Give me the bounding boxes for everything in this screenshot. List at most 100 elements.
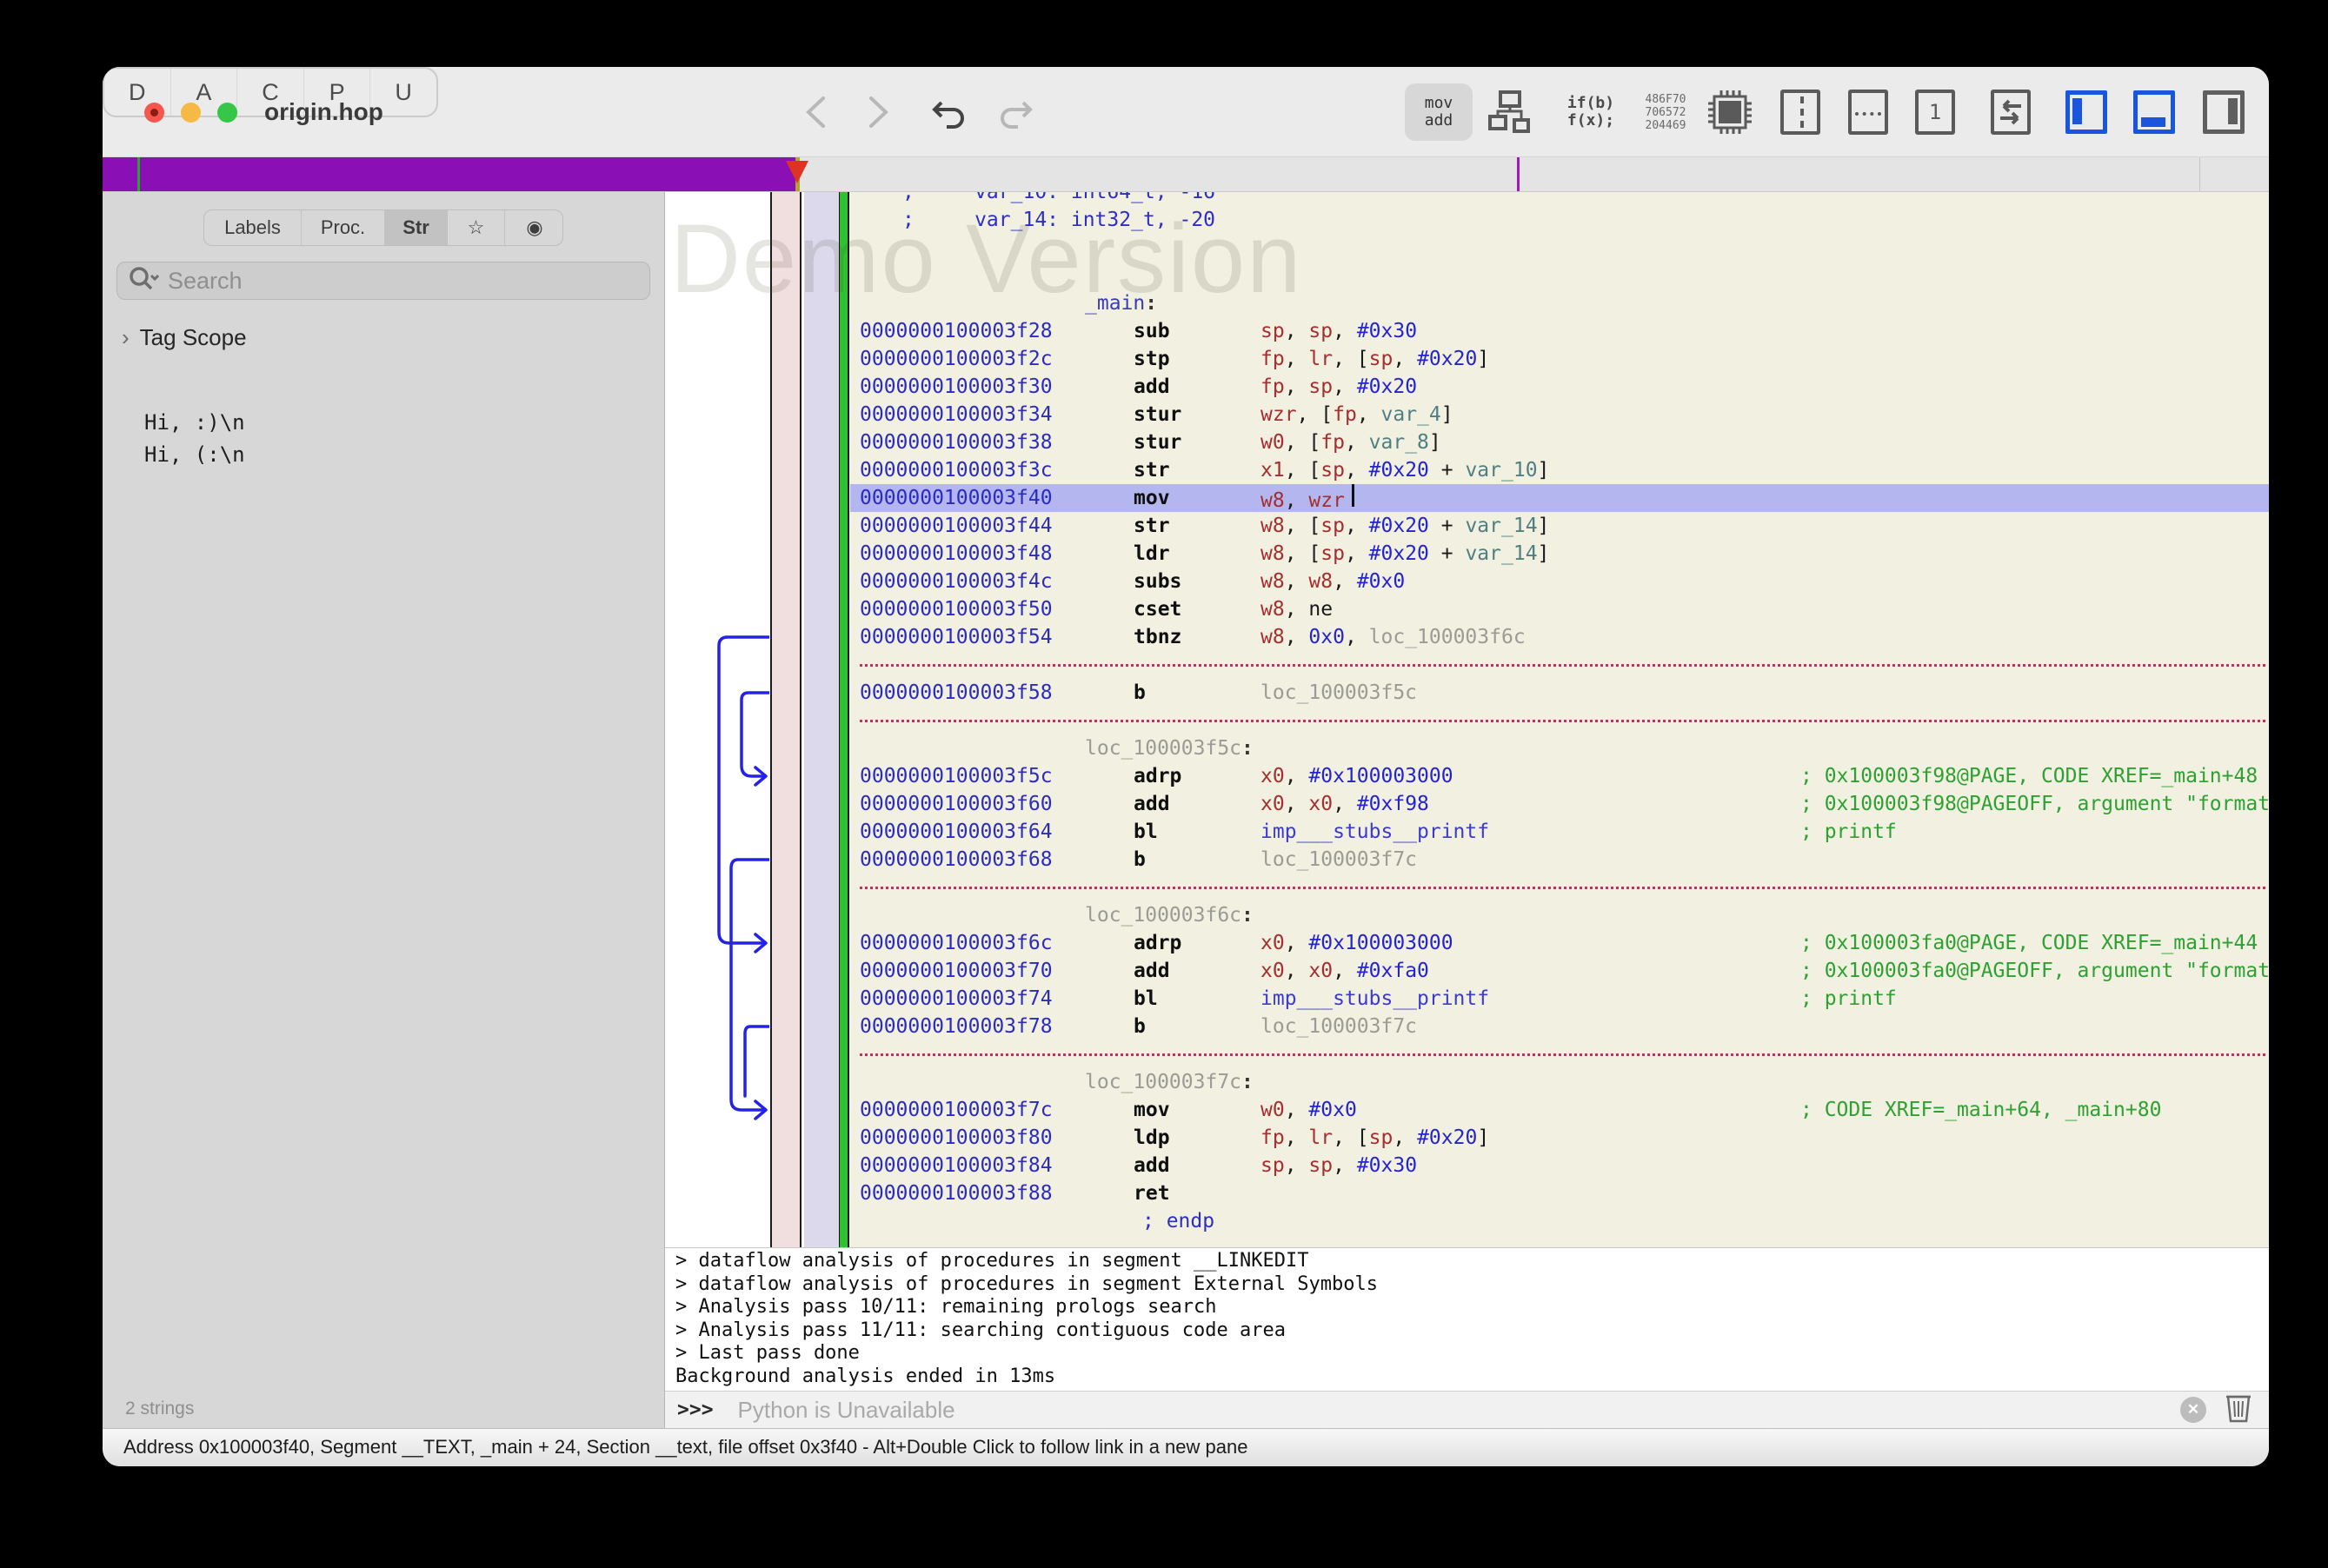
hex-line1: 486F70 [1646,93,1686,106]
asm-sep-row [850,707,2269,734]
navbar-text-segment [103,157,798,191]
console-line: > Analysis pass 11/11: searching contigu… [675,1319,2269,1343]
single-pane-icon[interactable]: 1 [1915,90,1955,135]
tab-Str[interactable]: Str [385,210,448,245]
segments-view-icon[interactable] [1848,90,1888,135]
navbar-purple-marker [1517,157,1520,191]
asm-row-3f58[interactable]: 0000000100003f58bloc_100003f5c [850,679,2269,707]
search-placeholder: Search [168,268,243,295]
demo-version-watermark: Demo Version [670,203,1302,315]
console-line: > dataflow analysis of procedures in seg… [675,1273,2269,1297]
zoom-window-button[interactable] [217,103,237,123]
tab-[interactable]: ☆ [448,210,505,245]
toggle-right-panel-icon[interactable] [2203,90,2245,134]
asm-row-3f40[interactable]: 0000000100003f40movw8, wzr [850,484,2269,512]
asm-row-3f48[interactable]: 0000000100003f48ldrw8, [sp, #0x20 + var_… [850,540,2269,568]
titlebar: origin.hop DACPU mov add if(b) [103,67,2269,157]
asm-row-3f44[interactable]: 0000000100003f44strw8, [sp, #0x20 + var_… [850,512,2269,540]
content-pane: Demo Version ; var_10: int64_t, -16; var… [665,192,2269,1428]
python-prompt-row: >>> Python is Unavailable ✕ [665,1391,2269,1428]
back-button[interactable] [798,95,833,130]
asm-row-3f68[interactable]: 0000000100003f68bloc_100003f7c [850,846,2269,874]
search-field[interactable]: Search [116,262,650,300]
asm-row-3f5c[interactable]: 0000000100003f5cadrpx0, #0x100003000; 0x… [850,762,2269,790]
console-line: Background analysis ended in 13ms [675,1365,2269,1389]
pseudocode-line1: if(b) [1567,95,1614,112]
asm-row-3f7c[interactable]: 0000000100003f7cmovw0, #0x0; CODE XREF=_… [850,1096,2269,1124]
asm-row-3f88[interactable]: 0000000100003f88ret [850,1179,2269,1207]
navbar-green-marker [137,157,140,191]
redo-button[interactable] [996,93,1034,131]
asm-row-3f34[interactable]: 0000000100003f34sturwzr, [fp, var_4] [850,401,2269,429]
console-line: > Analysis pass 10/11: remaining prologs… [675,1296,2269,1319]
tab-[interactable]: ◉ [505,210,563,245]
asm-row-3f64[interactable]: 0000000100003f64blimp___stubs__printf; p… [850,818,2269,846]
asm-sep-row [850,651,2269,679]
transfer-icon[interactable] [1991,90,2031,135]
string-list-item[interactable]: Hi, :)\n [103,407,664,439]
search-icon [128,265,159,297]
asm-row-3f30[interactable]: 0000000100003f30addfp, sp, #0x20 [850,373,2269,401]
tag-scope-group[interactable]: › Tag Scope [122,324,664,351]
movadd-line1: mov [1425,95,1453,112]
asm-row-3f38[interactable]: 0000000100003f38sturw0, [fp, var_8] [850,429,2269,456]
pseudocode-icon[interactable]: if(b) f(x); [1556,88,1626,136]
split-view-icon[interactable] [1780,90,1820,135]
tab-Labels[interactable]: Labels [204,210,302,245]
console-line: > Last pass done [675,1342,2269,1365]
clear-console-icon[interactable]: ✕ [2180,1397,2206,1423]
asm-row-3f4c[interactable]: 0000000100003f4csubsw8, w8, #0x0 [850,568,2269,595]
minimize-window-button[interactable] [181,103,201,123]
forward-button[interactable] [861,95,896,130]
hex-view-icon[interactable]: 486F70 706572 204469 [1633,90,1699,135]
sidebar: LabelsProc.Str☆◉ Search › Tag Scope Hi, … [103,192,665,1428]
asm-row-3f74[interactable]: 0000000100003f74blimp___stubs__printf; p… [850,985,2269,1013]
gutter-coverage-bar [839,192,849,1247]
asm-row-3f78[interactable]: 0000000100003f78bloc_100003f7c [850,1013,2269,1040]
disclosure-chevron-icon[interactable]: › [122,324,130,351]
hex-line3: 204469 [1646,119,1686,132]
cfg-graph-icon[interactable] [1487,90,1535,135]
asm-endp-row[interactable]: ; endp [850,1207,2269,1235]
cpu-icon[interactable] [1706,88,1754,136]
asm-row-3f50[interactable]: 0000000100003f50csetw8, ne [850,595,2269,623]
movadd-line2: add [1425,112,1453,130]
text-caret [1352,484,1354,507]
asm-row-3f54[interactable]: 0000000100003f54tbnzw8, 0x0, loc_100003f… [850,623,2269,651]
asm-row-3f70[interactable]: 0000000100003f70addx0, x0, #0xfa0; 0x100… [850,957,2269,985]
toggle-bottom-panel-icon[interactable] [2133,90,2175,134]
asm-row-3f28[interactable]: 0000000100003f28subsp, sp, #0x30 [850,317,2269,345]
asm-label-row[interactable]: loc_100003f6c: [850,901,2269,929]
close-window-button[interactable] [144,103,164,123]
toggle-left-panel-icon[interactable] [2065,90,2107,134]
asm-row-3f60[interactable]: 0000000100003f60addx0, x0, #0xf98; 0x100… [850,790,2269,818]
python-input-placeholder[interactable]: Python is Unavailable [738,1397,955,1424]
strings-list: Hi, :)\nHi, (:\n [103,407,664,471]
log-console: > dataflow analysis of procedures in seg… [665,1247,2269,1391]
navbar-divider [2199,157,2200,191]
trash-icon[interactable] [2225,1393,2252,1427]
asm-row-3f3c[interactable]: 0000000100003f3cstrx1, [sp, #0x20 + var_… [850,456,2269,484]
asm-label-row[interactable]: loc_100003f5c: [850,734,2269,762]
asm-label-row[interactable]: loc_100003f7c: [850,1068,2269,1096]
pseudocode-line2: f(x); [1567,112,1614,130]
prompt-symbol: >>> [677,1399,714,1421]
undo-button[interactable] [930,93,968,131]
sidebar-tabs: LabelsProc.Str☆◉ [203,209,563,246]
asm-row-3f2c[interactable]: 0000000100003f2cstpfp, lr, [sp, #0x20] [850,345,2269,373]
asm-sep-row [850,1040,2269,1068]
string-list-item[interactable]: Hi, (:\n [103,439,664,471]
tab-Proc[interactable]: Proc. [302,210,385,245]
asm-sep-row [850,874,2269,901]
asm-row-3f84[interactable]: 0000000100003f84addsp, sp, #0x30 [850,1152,2269,1179]
disassembly-view[interactable]: Demo Version ; var_10: int64_t, -16; var… [665,192,2269,1247]
instruction-edit-button[interactable]: mov add [1405,83,1473,141]
control-flow-arrows-icon [665,192,769,1247]
asm-row-3f6c[interactable]: 0000000100003f6cadrpx0, #0x100003000; 0x… [850,929,2269,957]
strings-count: 2 strings [125,1399,664,1419]
navigation-bar[interactable] [103,157,2269,192]
tag-scope-label: Tag Scope [140,324,247,351]
single-pane-label: 1 [1929,100,1941,124]
asm-row-3f80[interactable]: 0000000100003f80ldpfp, lr, [sp, #0x20] [850,1124,2269,1152]
hex-line2: 706572 [1646,106,1686,119]
